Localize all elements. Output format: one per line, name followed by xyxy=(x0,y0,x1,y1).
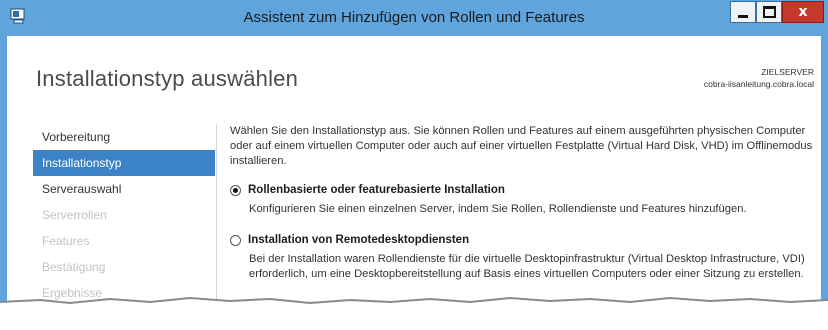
target-server-label: ZIELSERVER xyxy=(761,67,814,77)
torn-edge xyxy=(0,296,828,330)
target-server-info: ZIELSERVER cobra-iisanleitung.cobra.loca… xyxy=(704,66,814,90)
close-button[interactable]: x xyxy=(782,1,824,23)
nav-step-serverauswahl[interactable]: Serverauswahl xyxy=(33,176,215,202)
maximize-button[interactable] xyxy=(756,1,782,23)
wizard-content: Installationstyp auswählen ZIELSERVER co… xyxy=(7,36,821,330)
close-icon: x xyxy=(798,4,808,20)
title-bar[interactable]: Assistent zum Hinzufügen von Rollen und … xyxy=(0,0,828,36)
nav-step-vorbereitung[interactable]: Vorbereitung xyxy=(33,124,215,150)
option-remote-desktop-description: Bei der Installation waren Rollendienste… xyxy=(249,253,805,280)
option-role-based-description: Konfigurieren Sie einen einzelnen Server… xyxy=(249,203,747,215)
option-remote-desktop-label[interactable]: Installation von Remotedesktopdiensten xyxy=(248,233,469,248)
window-title: Assistent zum Hinzufügen von Rollen und … xyxy=(243,9,585,26)
option-role-based-label[interactable]: Rollenbasierte oder featurebasierte Inst… xyxy=(248,183,505,198)
nav-step-bestaetigung: Bestätigung xyxy=(42,260,106,274)
radio-remote-desktop[interactable] xyxy=(230,235,241,246)
maximize-icon xyxy=(762,6,776,18)
minimize-button[interactable] xyxy=(730,1,756,23)
main-panel: Wählen Sie den Installationstyp aus. Sie… xyxy=(230,124,815,282)
wizard-steps-nav: Vorbereitung Installationstyp Serverausw… xyxy=(33,124,215,306)
radio-role-based[interactable] xyxy=(230,185,241,196)
nav-step-installationstyp[interactable]: Installationstyp xyxy=(33,150,215,176)
target-server-name: cobra-iisanleitung.cobra.local xyxy=(703,79,814,89)
option-remote-desktop[interactable]: Installation von Remotedesktopdiensten B… xyxy=(230,233,815,282)
nav-step-features: Features xyxy=(42,234,90,248)
radio-selected-dot xyxy=(233,188,238,193)
page-title: Installationstyp auswählen xyxy=(36,66,299,91)
minimize-icon xyxy=(738,14,748,18)
nav-step-serverrollen: Serverrollen xyxy=(42,208,107,222)
intro-text: Wählen Sie den Installationstyp aus. Sie… xyxy=(230,125,813,167)
wizard-window: Assistent zum Hinzufügen von Rollen und … xyxy=(0,0,828,330)
option-role-based[interactable]: Rollenbasierte oder featurebasierte Inst… xyxy=(230,183,815,217)
